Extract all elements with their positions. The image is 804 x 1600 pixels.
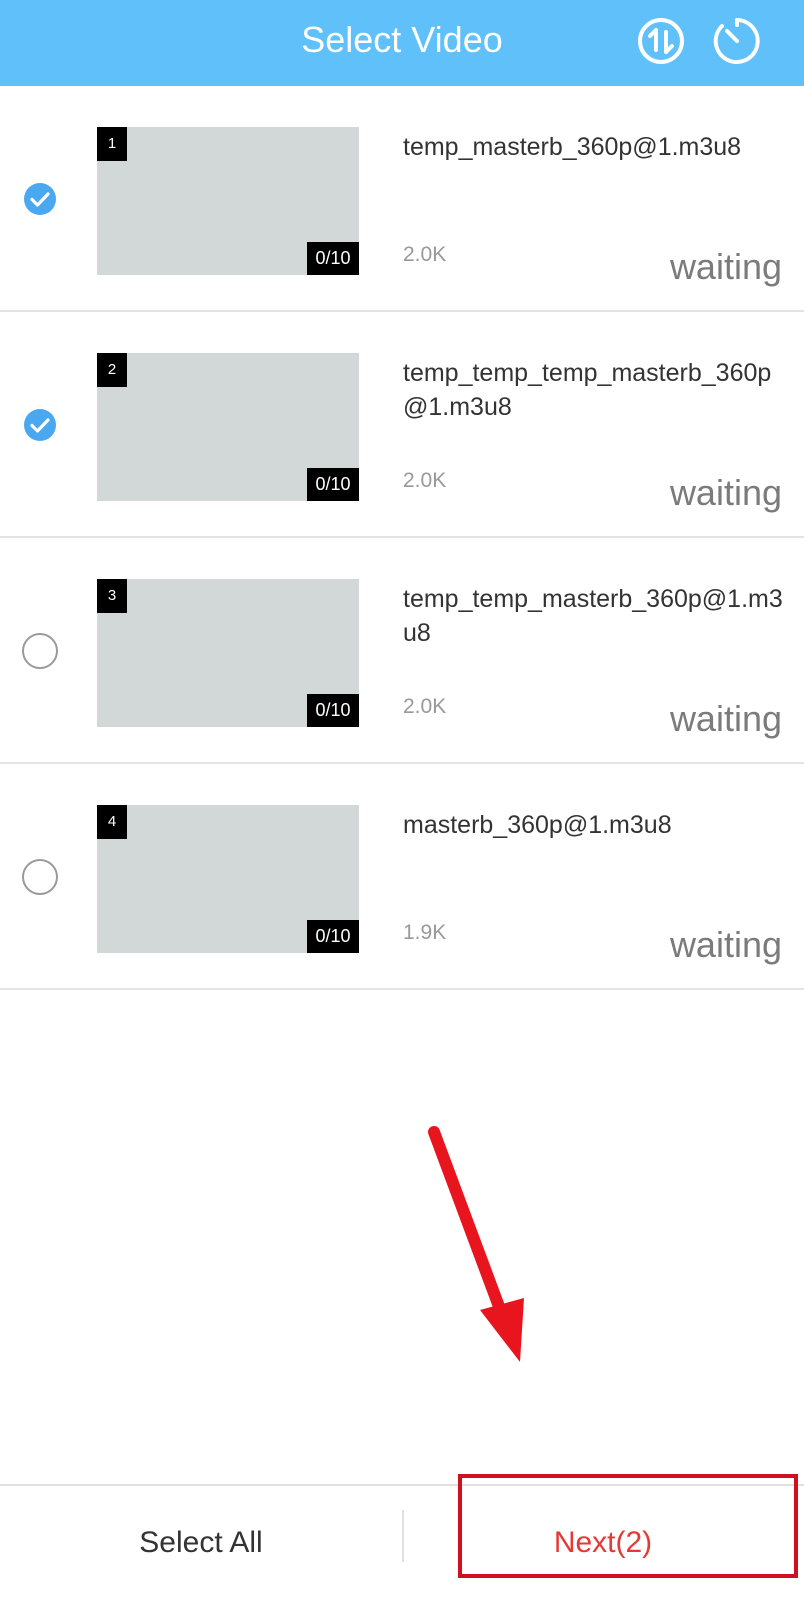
video-thumbnail[interactable]: 2 0/10 bbox=[97, 353, 359, 501]
video-status: waiting bbox=[669, 698, 782, 739]
video-list: 1 0/10 temp_masterb_360p@1.m3u8 2.0K wai… bbox=[0, 86, 804, 990]
video-thumbnail[interactable]: 3 0/10 bbox=[97, 579, 359, 727]
video-file-name: temp_temp_masterb_360p@1.m3u8 bbox=[403, 585, 783, 647]
selected-check-icon[interactable] bbox=[21, 180, 59, 218]
video-row[interactable]: 1 0/10 temp_masterb_360p@1.m3u8 2.0K wai… bbox=[0, 86, 804, 312]
video-file-size: 1.9K bbox=[403, 921, 447, 944]
app-header: Select Video bbox=[0, 0, 804, 86]
video-status: waiting bbox=[669, 472, 782, 513]
video-row[interactable]: 4 0/10 masterb_360p@1.m3u8 1.9K waiting bbox=[0, 764, 804, 990]
video-file-size: 2.0K bbox=[403, 243, 447, 266]
segment-count-badge: 0/10 bbox=[307, 694, 359, 727]
video-status: waiting bbox=[669, 246, 782, 287]
video-row[interactable]: 2 0/10 temp_temp_temp_masterb_360p@1.m3u… bbox=[0, 312, 804, 538]
video-file-name: temp_temp_temp_masterb_360p@1.m3u8 bbox=[403, 359, 772, 421]
video-status: waiting bbox=[669, 924, 782, 965]
red-arrow-icon bbox=[420, 1120, 550, 1380]
video-index-badge: 4 bbox=[97, 805, 127, 839]
timer-icon[interactable] bbox=[712, 16, 762, 66]
sort-icon[interactable] bbox=[636, 16, 686, 66]
segment-count-badge: 0/10 bbox=[307, 468, 359, 501]
video-thumbnail[interactable]: 4 0/10 bbox=[97, 805, 359, 953]
segment-count-badge: 0/10 bbox=[307, 242, 359, 275]
video-file-size: 2.0K bbox=[403, 469, 447, 492]
highlight-box bbox=[458, 1474, 798, 1578]
segment-count-badge: 0/10 bbox=[307, 920, 359, 953]
video-file-name: masterb_360p@1.m3u8 bbox=[403, 811, 672, 839]
unselected-circle-icon[interactable] bbox=[21, 632, 59, 670]
video-row[interactable]: 3 0/10 temp_temp_masterb_360p@1.m3u8 2.0… bbox=[0, 538, 804, 764]
video-file-name: temp_masterb_360p@1.m3u8 bbox=[403, 133, 742, 161]
video-index-badge: 2 bbox=[97, 353, 127, 387]
selected-check-icon[interactable] bbox=[21, 406, 59, 444]
video-thumbnail[interactable]: 1 0/10 bbox=[97, 127, 359, 275]
video-index-badge: 3 bbox=[97, 579, 127, 613]
select-all-button[interactable]: Select All bbox=[0, 1486, 402, 1600]
unselected-circle-icon[interactable] bbox=[21, 858, 59, 896]
video-index-badge: 1 bbox=[97, 127, 127, 161]
video-file-size: 2.0K bbox=[403, 695, 447, 718]
